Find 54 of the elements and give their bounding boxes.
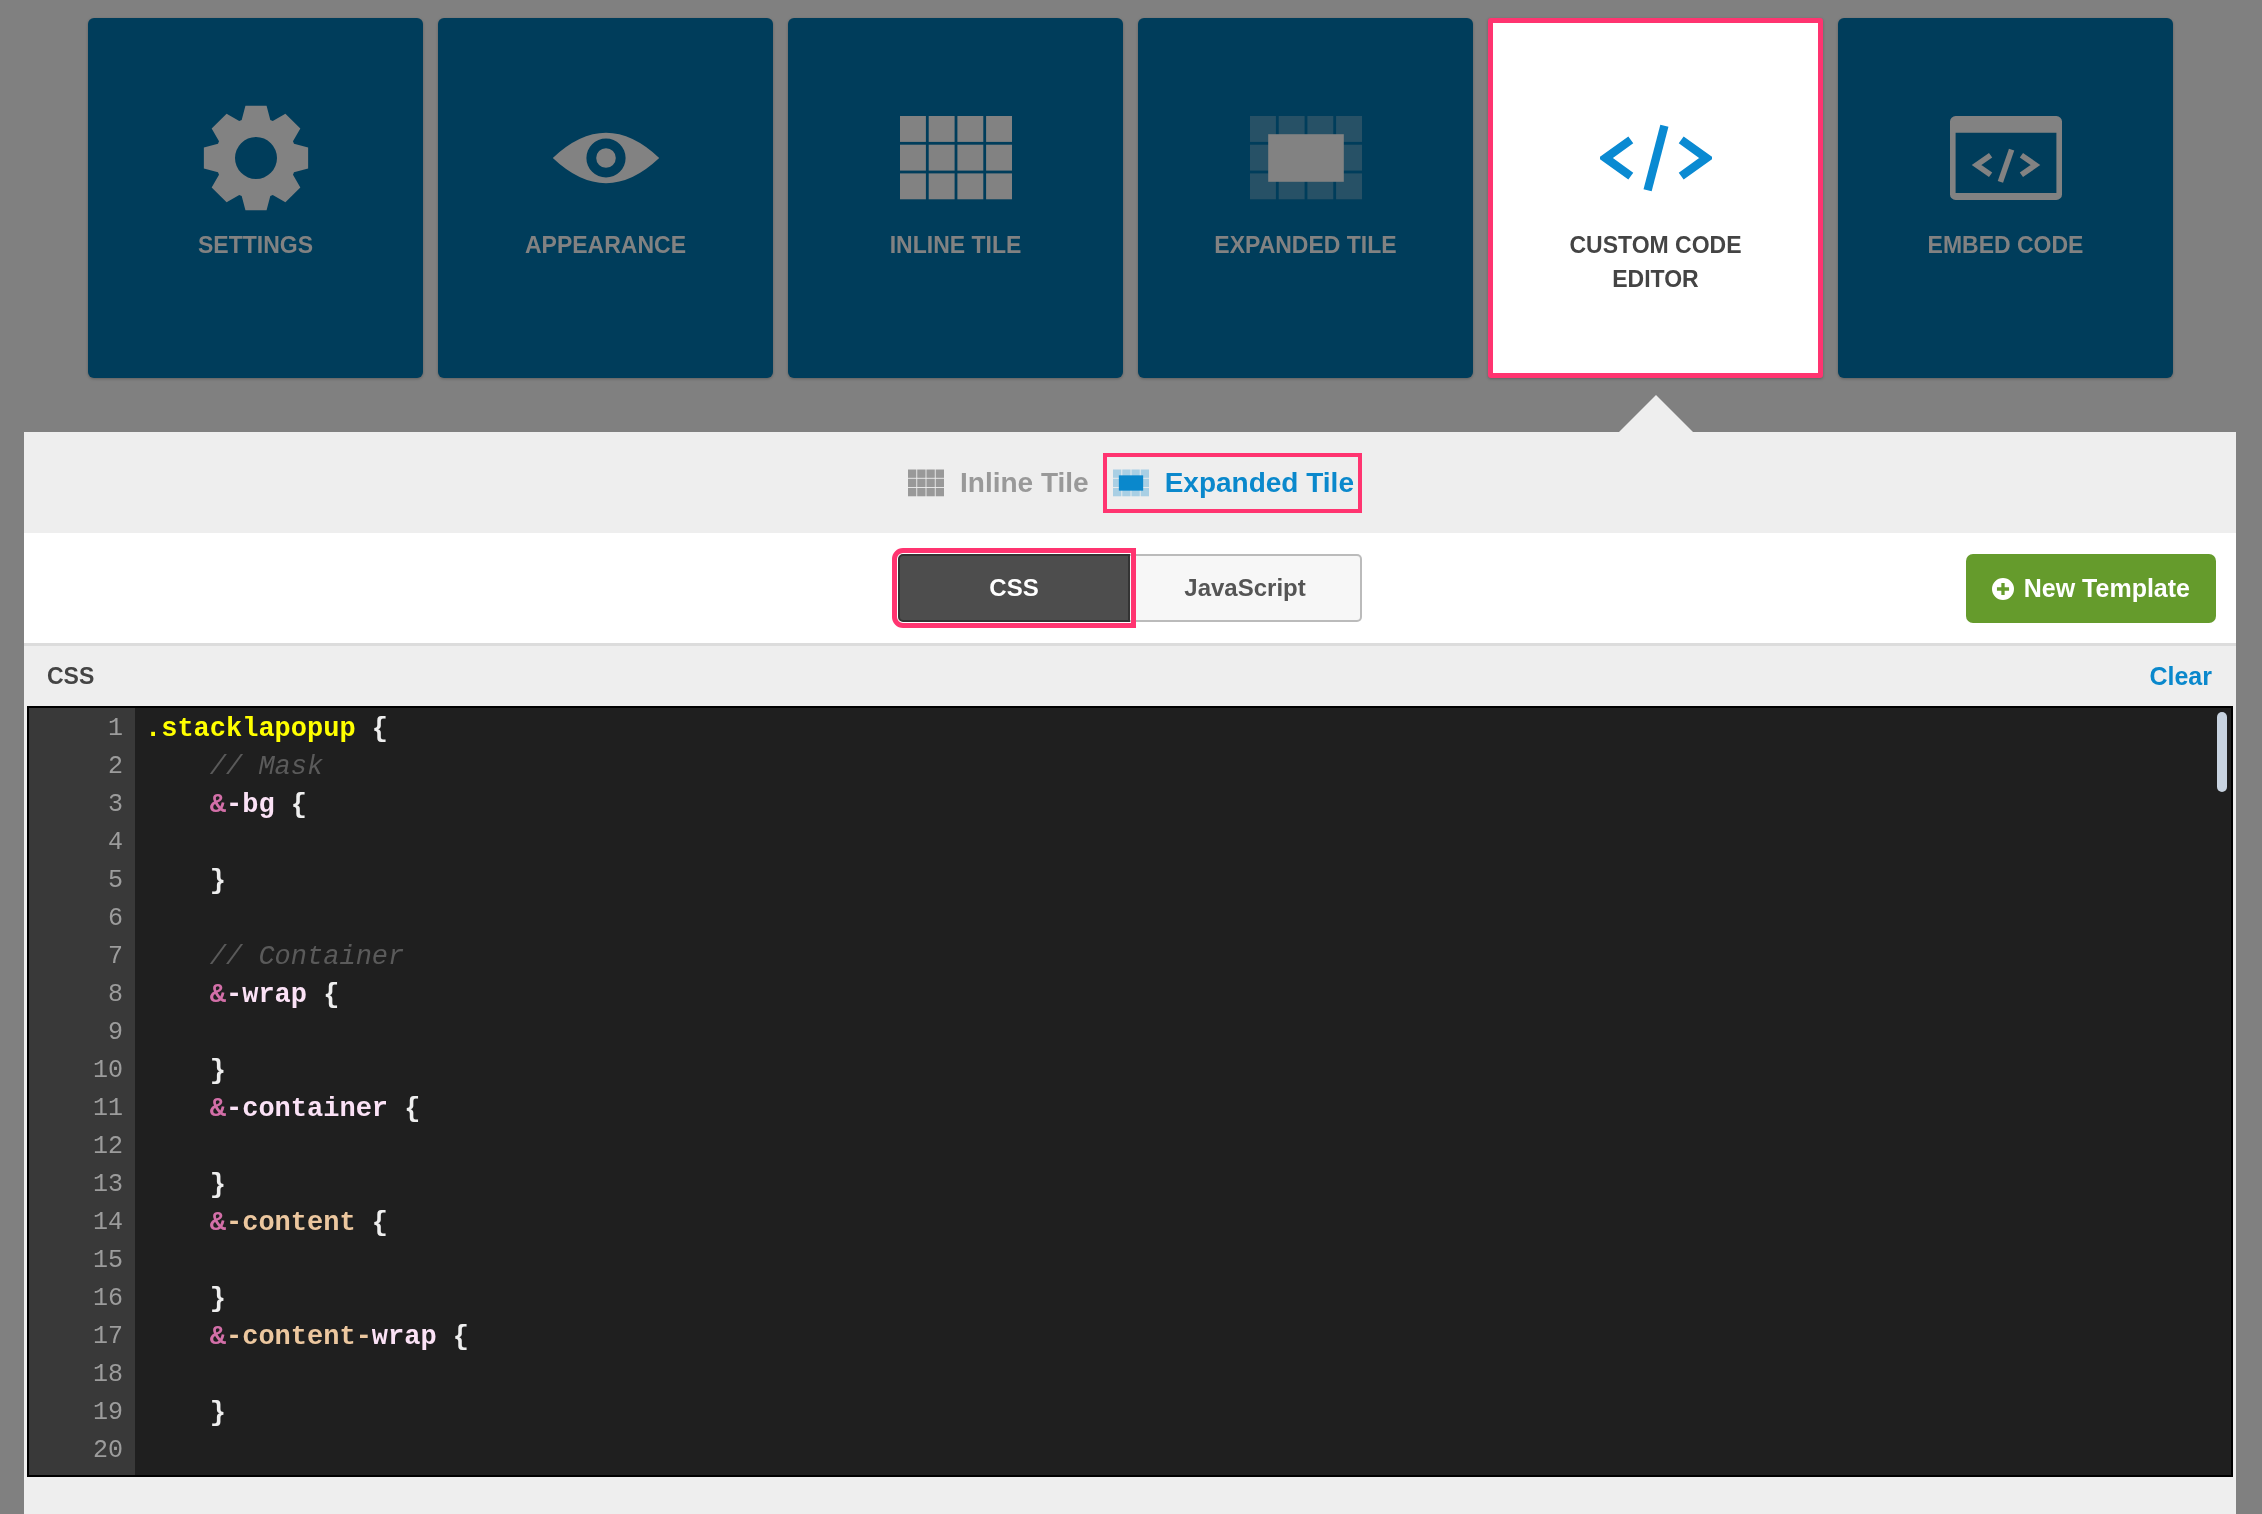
expanded-grid-icon — [1112, 467, 1149, 498]
code-line: &-content-wrap { — [208, 1321, 471, 1354]
line-number: 6 — [107, 903, 124, 935]
code-line: } — [208, 1055, 227, 1088]
code-line: } — [208, 1283, 227, 1316]
line-number: 2 — [107, 751, 124, 783]
line-number: 13 — [92, 1169, 124, 1201]
code-line: &-wrap { — [208, 979, 341, 1012]
code-line: .stacklapopup { — [145, 713, 390, 746]
tile-label: SETTINGS — [198, 231, 313, 260]
line-number: 17 — [92, 1321, 124, 1353]
tile-label: EMBED CODE — [1927, 231, 2084, 260]
code-line: &-bg { — [208, 789, 309, 822]
code-line: &-content { — [208, 1207, 390, 1240]
line-number: 4 — [107, 827, 124, 859]
code-line: } — [208, 1397, 227, 1430]
code-line: // Mask — [208, 751, 325, 784]
tile-label: CUSTOM CODE EDITOR — [1568, 231, 1743, 294]
clear-link[interactable]: Clear — [2149, 661, 2212, 691]
editor-title: CSS — [47, 662, 95, 690]
line-number: 7 — [107, 941, 124, 973]
code-line: // Container — [208, 941, 406, 974]
line-number: 20 — [92, 1435, 124, 1467]
line-number: 10 — [92, 1055, 124, 1087]
new-template-button[interactable]: New Template — [1965, 554, 2216, 623]
nav-tile[interactable]: EMBED CODE — [1838, 18, 2173, 378]
nav-tile[interactable]: CUSTOM CODE EDITOR — [1488, 18, 1823, 378]
nav-tile[interactable]: INLINE TILE — [788, 18, 1123, 378]
nav-tile[interactable]: APPEARANCE — [438, 18, 773, 378]
template-tab[interactable]: Inline Tile — [898, 452, 1097, 513]
line-number: 19 — [92, 1397, 124, 1429]
template-tab[interactable]: Expanded Tile — [1102, 452, 1362, 513]
line-number: 3 — [107, 789, 124, 821]
code-line: } — [208, 865, 227, 898]
scrollbar-thumb[interactable] — [2217, 712, 2227, 792]
line-number: 5 — [107, 865, 124, 897]
line-number: 12 — [92, 1131, 124, 1163]
nav-tile[interactable]: SETTINGS — [88, 18, 423, 378]
line-number: 1 — [107, 713, 124, 745]
tile-label: EXPANDED TILE — [1214, 231, 1397, 260]
line-number: 16 — [92, 1283, 124, 1315]
language-tab[interactable]: JavaScript — [1130, 554, 1362, 622]
tile-label: INLINE TILE — [889, 231, 1022, 260]
code-line: &-container { — [208, 1093, 422, 1126]
code-line: } — [208, 1169, 227, 1202]
line-number: 14 — [92, 1207, 124, 1239]
line-number: 15 — [92, 1245, 124, 1277]
line-number: 8 — [107, 979, 124, 1011]
grid-icon — [908, 467, 944, 498]
line-number: 11 — [92, 1093, 124, 1125]
line-number: 9 — [107, 1017, 124, 1049]
tile-label: APPEARANCE — [525, 231, 686, 260]
line-number: 18 — [92, 1359, 124, 1391]
nav-tile[interactable]: EXPANDED TILE — [1138, 18, 1473, 378]
